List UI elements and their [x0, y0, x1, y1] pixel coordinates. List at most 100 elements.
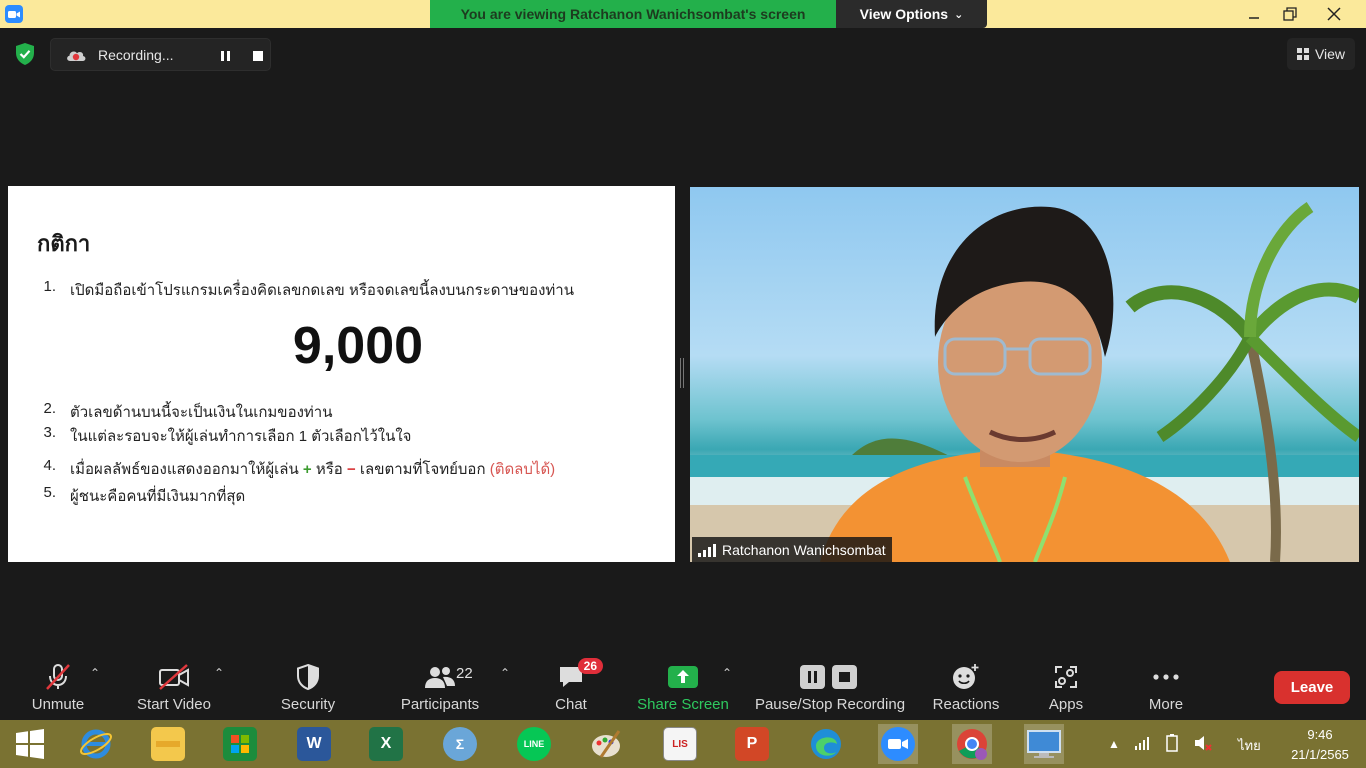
- pause-icon: [226, 51, 230, 61]
- rule-number: 4.: [43, 457, 56, 474]
- pause-stop-recording-button[interactable]: Pause/Stop Recording: [752, 652, 908, 720]
- taskbar-powerpoint[interactable]: P: [732, 724, 772, 764]
- pause-stop-recording-icon: [795, 661, 865, 693]
- security-shield-icon: [288, 661, 328, 693]
- signal-strength-icon: [698, 543, 716, 557]
- battery-icon[interactable]: [1164, 733, 1180, 755]
- word-icon: W: [297, 727, 331, 761]
- apps-button[interactable]: Apps: [1040, 652, 1092, 720]
- participants-icon: 22: [420, 661, 473, 693]
- rule-number: 1.: [43, 278, 56, 295]
- store-icon: [223, 727, 257, 761]
- view-options-button[interactable]: View Options ⌄: [836, 0, 987, 28]
- view-options-label: View Options: [859, 6, 949, 22]
- participants-button[interactable]: 22 Participants: [398, 652, 482, 720]
- security-label: Security: [280, 696, 336, 713]
- clock-time: 9:46: [1307, 727, 1333, 742]
- taskbar-paint[interactable]: [586, 724, 626, 764]
- rule-text: ในแต่ละรอบจะให้ผู้เล่นทำการเลือก 1 ตัวเล…: [70, 428, 412, 445]
- viewing-screen-banner: You are viewing Ratchanon Wanichsombat's…: [430, 0, 836, 28]
- video-frame-image: [690, 202, 1359, 562]
- minimize-icon: [1249, 17, 1259, 19]
- input-language-indicator[interactable]: ไทย: [1238, 735, 1261, 756]
- participants-label: Participants: [400, 696, 480, 713]
- windows-start-icon: [16, 729, 44, 759]
- share-screen-label: Share Screen: [637, 696, 729, 713]
- cloud-recording-icon: [65, 46, 87, 64]
- encryption-shield-icon[interactable]: [14, 42, 36, 66]
- viewing-screen-text: You are viewing Ratchanon Wanichsombat's…: [460, 6, 806, 22]
- chat-bubble-icon: 26: [551, 658, 603, 693]
- taskbar-zoom[interactable]: [878, 724, 918, 764]
- security-button[interactable]: Security: [272, 652, 344, 720]
- close-button[interactable]: [1314, 0, 1354, 28]
- volume-muted-icon[interactable]: [1194, 735, 1212, 754]
- more-button[interactable]: More: [1138, 652, 1194, 720]
- taskbar-excel[interactable]: X: [366, 724, 406, 764]
- unmute-button[interactable]: Unmute: [22, 652, 94, 720]
- taskbar-line[interactable]: LINE: [514, 724, 554, 764]
- video-options-caret[interactable]: ⌃: [214, 666, 228, 680]
- lisrel-icon: LIS: [663, 727, 697, 761]
- start-video-button[interactable]: Start Video: [130, 652, 218, 720]
- clock-date: 21/1/2565: [1291, 747, 1349, 762]
- system-tray: ▲: [1108, 720, 1212, 768]
- taskbar-math-input[interactable]: Σ: [440, 724, 480, 764]
- rule-text: ตัวเลขด้านบนนี้จะเป็นเงินในเกมของท่าน: [70, 404, 333, 421]
- share-screen-button[interactable]: Share Screen: [636, 652, 730, 720]
- windows-taskbar: W X Σ LINE LIS P ▲ ไทย 9:46 21/1/2565: [0, 720, 1366, 768]
- rule-text: ผู้ชนะคือคนที่มีเงินมากที่สุด: [70, 488, 246, 505]
- taskbar-remote-desktop[interactable]: [1024, 724, 1064, 764]
- chat-button[interactable]: 26 Chat: [540, 652, 603, 720]
- video-camera-off-icon: [154, 661, 194, 693]
- taskbar-file-explorer[interactable]: [148, 724, 188, 764]
- file-explorer-icon: [151, 727, 185, 761]
- more-dots-icon: [1146, 661, 1186, 693]
- taskbar-edge[interactable]: [806, 724, 846, 764]
- taskbar-chrome[interactable]: [952, 724, 992, 764]
- view-layout-button[interactable]: View: [1287, 38, 1355, 70]
- close-icon: [1327, 7, 1341, 21]
- rule-note: (ติดลบได้): [489, 461, 556, 478]
- chevron-down-icon: ⌄: [954, 8, 964, 21]
- participant-video-tile[interactable]: Ratchanon Wanichsombat: [690, 187, 1359, 562]
- participants-options-caret[interactable]: ⌃: [500, 666, 514, 680]
- rule-text-before: เมื่อผลลัพธ์ของแสดงออกมาให้ผู้เล่น: [70, 461, 299, 478]
- taskbar-lisrel[interactable]: LIS: [660, 724, 700, 764]
- rule-item: 2. ตัวเลขด้านบนนี้จะเป็นเงินในเกมของท่าน: [42, 400, 332, 424]
- audio-options-caret[interactable]: ⌃: [90, 666, 104, 680]
- rule-number: 2.: [43, 400, 56, 417]
- taskbar-word[interactable]: W: [294, 724, 334, 764]
- start-button[interactable]: [10, 724, 50, 764]
- line-icon: LINE: [517, 727, 551, 761]
- chrome-icon: [957, 729, 987, 760]
- restore-button[interactable]: [1270, 0, 1310, 28]
- edge-icon: [811, 729, 841, 759]
- recording-indicator: Recording...: [50, 38, 271, 71]
- powerpoint-icon: P: [735, 727, 769, 761]
- pause-recording-button[interactable]: [214, 47, 236, 65]
- participants-count: 22: [456, 665, 473, 682]
- zoom-app-icon: [5, 5, 23, 23]
- taskbar-internet-explorer[interactable]: [76, 724, 116, 764]
- reactions-button[interactable]: Reactions: [930, 652, 1002, 720]
- leave-meeting-button[interactable]: Leave: [1274, 671, 1350, 704]
- network-signal-icon[interactable]: [1134, 736, 1150, 753]
- minimize-button[interactable]: [1234, 0, 1274, 28]
- title-bar: You are viewing Ratchanon Wanichsombat's…: [0, 0, 1366, 28]
- apps-label: Apps: [1048, 696, 1084, 713]
- view-label: View: [1314, 46, 1346, 62]
- rule-number: 5.: [43, 484, 56, 501]
- rule-number: 3.: [43, 424, 56, 441]
- rule-text: เปิดมือถือเข้าโปรแกรมเครื่องคิดเลขกดเลข …: [70, 282, 574, 299]
- show-hidden-icons-button[interactable]: ▲: [1108, 737, 1120, 751]
- split-view-resize-handle[interactable]: [680, 358, 684, 388]
- rule-item: 4. เมื่อผลลัพธ์ของแสดงออกมาให้ผู้เล่น + …: [42, 457, 555, 481]
- taskbar-store[interactable]: [220, 724, 260, 764]
- taskbar-clock[interactable]: 9:46 21/1/2565: [1280, 725, 1360, 765]
- plus-sign: +: [302, 461, 312, 478]
- ie-icon: [79, 729, 113, 759]
- slide-title: กติกา: [37, 231, 91, 256]
- stop-recording-button[interactable]: [247, 47, 269, 65]
- share-options-caret[interactable]: ⌃: [722, 666, 736, 680]
